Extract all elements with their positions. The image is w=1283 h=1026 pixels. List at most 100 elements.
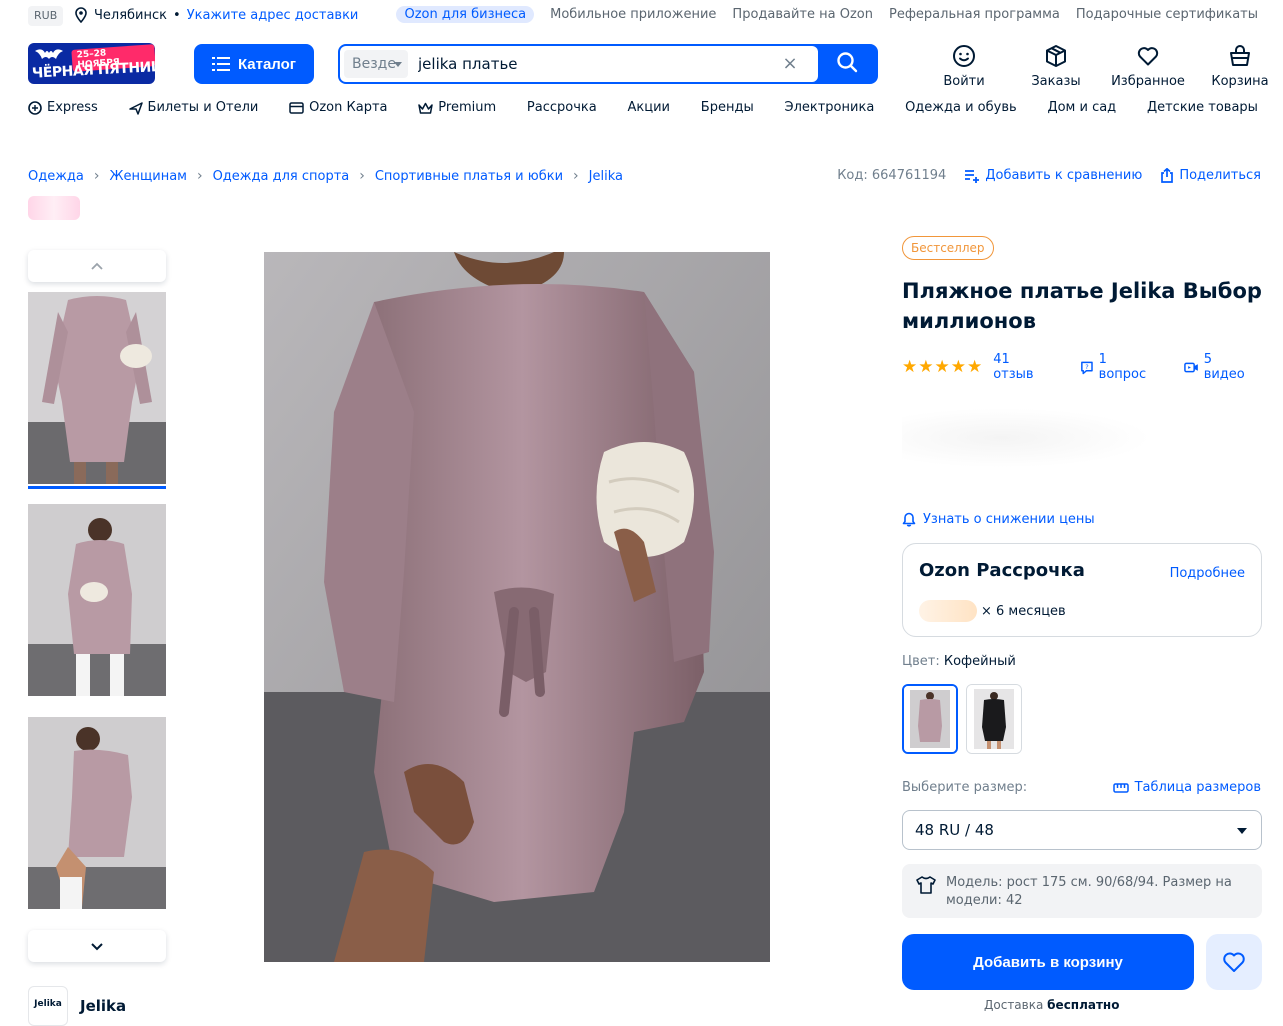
color-label: Цвет: [902,654,940,669]
share-icon [1161,168,1174,183]
top-link-business[interactable]: Ozon для бизнеса [396,6,535,23]
installment-months: × 6 месяцев [981,604,1066,619]
nav-item-ozon-card[interactable]: Ozon Карта [289,100,388,115]
search-submit-button[interactable] [818,44,876,80]
favorites-label: Избранное [1111,74,1185,89]
nav-item-electronics[interactable]: Электроника [785,100,875,115]
category-nav: Express Билеты и Отели Ozon Карта Premiu… [28,100,1258,115]
chevron-down-icon [1237,828,1247,834]
size-select[interactable]: 48 RU / 48 [902,810,1262,850]
breadcrumb-item[interactable]: Jelika [589,169,623,184]
product-code[interactable]: Код: 664761194 [837,168,946,183]
nav-item-home[interactable]: Дом и сад [1047,100,1116,115]
ruler-icon [1112,782,1129,793]
nav-item-installments[interactable]: Рассрочка [527,100,597,115]
breadcrumb-item[interactable]: Одежда для спорта [213,169,350,184]
dress-photo-thumb [28,717,166,909]
breadcrumb-item[interactable]: Одежда [28,169,84,184]
top-link-sell[interactable]: Продавайте на Ozon [732,7,873,22]
black-friday-logo[interactable]: 25–28 НОЯБРЯ ЧЁРНАЯ ПЯТНИЦА [28,43,155,84]
orders-button[interactable]: Заказы [1010,44,1102,89]
top-link-gift-cards[interactable]: Подарочные сертификаты [1076,7,1258,22]
nav-item-express[interactable]: Express [28,100,98,115]
search-bar: Везде × [338,44,878,84]
rating-stars[interactable]: ★★★★★ [902,357,983,377]
black-dress-swatch-image [967,685,1021,753]
model-info-text: Модель: рост 175 см. 90/68/94. Размер на… [946,875,1232,908]
cart-label: Корзина [1211,74,1269,89]
nav-item-premium[interactable]: Premium [418,100,496,115]
dress-photo-thumb [28,504,166,696]
delivery-prefix: Доставка [984,998,1044,1012]
search-scope-select[interactable]: Везде [344,50,408,78]
express-icon [28,100,42,115]
nav-label-express: Express [47,100,98,115]
nav-item-clothing[interactable]: Одежда и обувь [905,100,1017,115]
thumbnail-image-1[interactable] [28,292,166,484]
cart-button[interactable]: Корзина [1194,44,1283,89]
search-input[interactable] [418,50,778,78]
top-link-app[interactable]: Мобильное приложение [550,7,716,22]
heart-icon [1137,47,1159,66]
clear-icon[interactable]: × [780,54,800,74]
header-actions: Войти Заказы Избранное Корзина [918,44,1283,89]
delivery-address-link[interactable]: Укажите адрес доставки [187,8,359,23]
add-to-cart-button[interactable]: Добавить в корзину [902,934,1194,990]
compare-button[interactable]: Добавить к сравнению [964,168,1142,183]
chevron-down-icon [394,62,402,67]
location-pin-icon [75,7,87,23]
thumbnail-image-3[interactable] [28,717,166,909]
catalog-button[interactable]: Каталог [194,44,314,84]
chevron-down-icon [91,942,103,950]
thumbnail-up-button[interactable] [28,250,166,282]
chevron-up-icon [91,262,103,270]
add-to-favorites-button[interactable] [1206,934,1262,990]
brand-logo: Jelika [28,986,68,1026]
video-icon [1184,362,1198,372]
favorites-button[interactable]: Избранное [1102,44,1194,89]
orders-label: Заказы [1031,74,1081,89]
color-swatch-coffee[interactable] [902,684,958,754]
color-label-row: Цвет: Кофейный [902,654,1016,669]
compare-label: Добавить к сравнению [985,168,1143,183]
videos-link[interactable]: 5 видео [1184,352,1253,382]
brand-row[interactable]: Jelika Jelika [28,986,126,1026]
nav-item-promotions[interactable]: Акции [628,100,671,115]
breadcrumb: Одежда › Женщинам › Одежда для спорта › … [28,168,623,184]
promo-title: ЧЁРНАЯ ПЯТНИЦА [31,58,155,82]
login-button[interactable]: Войти [918,44,1010,89]
color-swatch-black[interactable] [966,684,1022,754]
promo-sticker [28,196,80,220]
card-icon [289,101,304,114]
questions-link[interactable]: ? 1 вопрос [1080,352,1154,382]
breadcrumb-item[interactable]: Женщинам [110,169,187,184]
bell-icon [902,512,916,527]
nav-item-tickets[interactable]: Билеты и Отели [128,100,258,115]
chevron-right-icon: › [359,168,365,184]
nav-item-brands[interactable]: Бренды [701,100,754,115]
tshirt-icon [916,876,936,894]
svg-text:?: ? [1085,363,1088,371]
share-label: Поделиться [1179,168,1261,183]
city-selector[interactable]: Челябинск • Укажите адрес доставки [74,7,358,23]
installment-title: Ozon Рассрочка [919,560,1085,581]
product-main-image[interactable] [264,252,770,962]
share-button[interactable]: Поделиться [1160,168,1261,183]
heart-icon [1223,952,1245,972]
top-links: Ozon для бизнеса Мобильное приложение Пр… [396,6,1258,23]
compare-icon [965,169,980,183]
nav-item-kids[interactable]: Детские товары [1147,100,1258,115]
size-table-link[interactable]: Таблица размеров [1112,780,1261,795]
price-drop-notify[interactable]: Узнать о снижении цены [902,512,1095,527]
thumbnail-image-2[interactable] [28,504,166,696]
currency-badge[interactable]: RUB [28,6,64,26]
breadcrumb-item[interactable]: Спортивные платья и юбки [375,169,563,184]
size-label: Выберите размер: [902,780,1028,795]
reviews-link[interactable]: 41 отзыв [993,352,1050,382]
top-link-referral[interactable]: Реферальная программа [889,7,1060,22]
thumbnail-down-button[interactable] [28,930,166,962]
nav-label-ozon-card: Ozon Карта [309,100,388,115]
installment-more-link[interactable]: Подробнее [1170,566,1245,581]
installment-amount-placeholder [919,600,977,622]
dress-photo-thumb [28,292,166,484]
